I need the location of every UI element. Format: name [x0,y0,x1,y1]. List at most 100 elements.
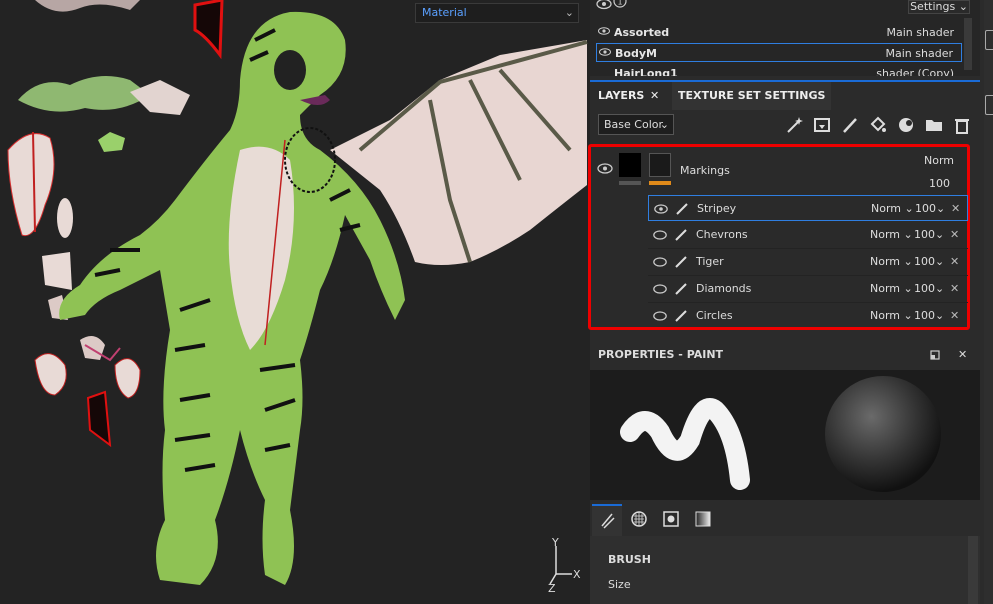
stroke-preview [620,376,941,492]
tab-brush[interactable] [592,504,622,536]
opacity-value[interactable]: 100 [929,177,950,190]
folder-thumbnail[interactable] [649,153,671,177]
sublayer-diamonds[interactable]: Diamonds Norm ⌄ 100⌄ ✕ [648,276,968,303]
eye-icon[interactable]: 1 [596,0,630,12]
texture-set-shader[interactable]: Main shader [886,44,953,63]
eye-icon[interactable] [598,27,610,35]
material-sphere [825,376,941,492]
texture-set-row-selected[interactable]: BodyM Main shader [596,43,962,62]
gradient-icon [695,511,711,527]
tab-texture-set-settings[interactable]: TEXTURE SET SETTINGS [672,82,832,110]
size-label: Size [608,578,631,591]
folder-icon[interactable] [925,116,943,134]
tab-alpha[interactable] [624,504,654,534]
opacity-value[interactable]: 100⌄ [914,276,944,302]
mask-thumbnail[interactable] [619,153,641,177]
opacity-value[interactable]: 100⌄ [914,249,944,275]
axis-z-label: Z [548,582,556,594]
close-icon[interactable]: ✕ [958,342,967,368]
axis-y-label: Y [551,538,559,549]
tab-layers[interactable]: LAYERS [598,82,644,110]
sublayer-name: Chevrons [696,228,748,241]
eye-icon[interactable] [653,230,667,240]
material-select[interactable]: Material ⌄ [415,3,579,23]
opacity-number: 100 [914,309,935,322]
eye-icon[interactable] [654,204,668,214]
blend-mode[interactable]: Norm ⌄ [871,196,914,222]
sublayer-name: Tiger [696,255,724,268]
paint-layer-icon[interactable] [841,116,859,134]
brush-icon [675,310,687,322]
scrollbar[interactable] [968,536,978,604]
blend-mode[interactable]: Norm ⌄ [870,303,913,329]
tab-material[interactable] [688,504,718,534]
side-strip [984,0,993,604]
sublayer-stripey[interactable]: Stripey Norm ⌄ 100⌄ ✕ [648,195,968,221]
texture-set-name: Assorted [614,26,670,39]
opacity-value[interactable]: 100⌄ [914,222,944,248]
texture-set-row[interactable]: Assorted Main shader [596,23,962,42]
sublayer-circles[interactable]: Circles Norm ⌄ 100⌄ ✕ [648,303,968,329]
eye-icon[interactable] [653,257,667,267]
close-icon[interactable]: ✕ [950,222,959,248]
close-icon[interactable]: ✕ [950,249,959,275]
brush-icon [675,229,687,241]
brush-icon [675,256,687,268]
fill-layer-icon[interactable] [813,116,831,134]
layer-group-name[interactable]: Markings [680,164,730,177]
layer-group-markings[interactable]: Markings Norm 100 [591,147,967,195]
opacity-value[interactable]: 100⌄ [914,303,944,329]
blend-mode[interactable]: Norm ⌄ [870,249,913,275]
opacity-number: 100 [914,255,935,268]
bucket-icon[interactable] [869,116,887,134]
sublayer-tiger[interactable]: Tiger Norm ⌄ 100⌄ ✕ [648,249,968,276]
side-button[interactable] [985,95,993,115]
settings-button[interactable]: Settings ⌄ [908,0,970,14]
texture-set-shader[interactable]: shader (Copy) [876,64,954,76]
texture-set-row[interactable]: HairLong1 shader (Copy) [596,62,962,76]
trash-icon[interactable] [953,116,971,134]
settings-label: Settings [910,0,956,13]
brush-icon [675,283,687,295]
blend-mode-value: Norm [871,202,902,215]
channel-select-value: Base Color [604,118,664,131]
close-icon[interactable]: ✕ [951,196,960,222]
viewport-3d[interactable]: Material ⌄ Y X Z [0,0,590,604]
close-icon[interactable]: ✕ [950,276,959,302]
eye-icon[interactable] [597,163,613,174]
blend-mode[interactable]: Norm [924,154,954,167]
texture-set-shader[interactable]: Main shader [887,23,954,42]
blend-mode-value: Norm [870,255,901,268]
side-button[interactable] [985,30,993,50]
properties-tabs [590,502,980,536]
checker-icon [631,511,647,527]
stencil-icon [663,511,679,527]
eye-icon[interactable] [653,284,667,294]
properties-title: PROPERTIES - PAINT [598,348,724,361]
sublayer-chevrons[interactable]: Chevrons Norm ⌄ 100⌄ ✕ [648,222,968,249]
opacity-value[interactable]: 100⌄ [915,196,945,222]
texture-set-name: BodyM [615,47,657,60]
mask-icon[interactable] [897,116,915,134]
popout-icon[interactable] [930,350,940,360]
blend-mode[interactable]: Norm ⌄ [870,222,913,248]
content-indicator [649,181,671,185]
close-icon[interactable]: ✕ [950,303,959,329]
count-badge: 1 [618,0,623,7]
eye-icon[interactable] [653,311,667,321]
chevron-down-icon: ⌄ [564,6,574,19]
channel-select[interactable]: Base Color ⌄ [598,114,674,135]
scrollbar[interactable] [964,18,972,70]
magic-wand-icon[interactable] [785,116,803,134]
layers-toolbar: Base Color ⌄ [590,110,980,142]
brush-icon [676,203,688,215]
eye-icon[interactable] [599,48,611,56]
sublayer-name: Stripey [697,202,737,215]
tab-stencil[interactable] [656,504,686,534]
close-icon[interactable]: ✕ [650,82,659,110]
brush-section: BRUSH Size [590,536,980,604]
blend-mode[interactable]: Norm ⌄ [870,276,913,302]
brush-preview [590,370,980,500]
sublayer-name: Circles [696,309,733,322]
brush-icon [601,513,615,529]
